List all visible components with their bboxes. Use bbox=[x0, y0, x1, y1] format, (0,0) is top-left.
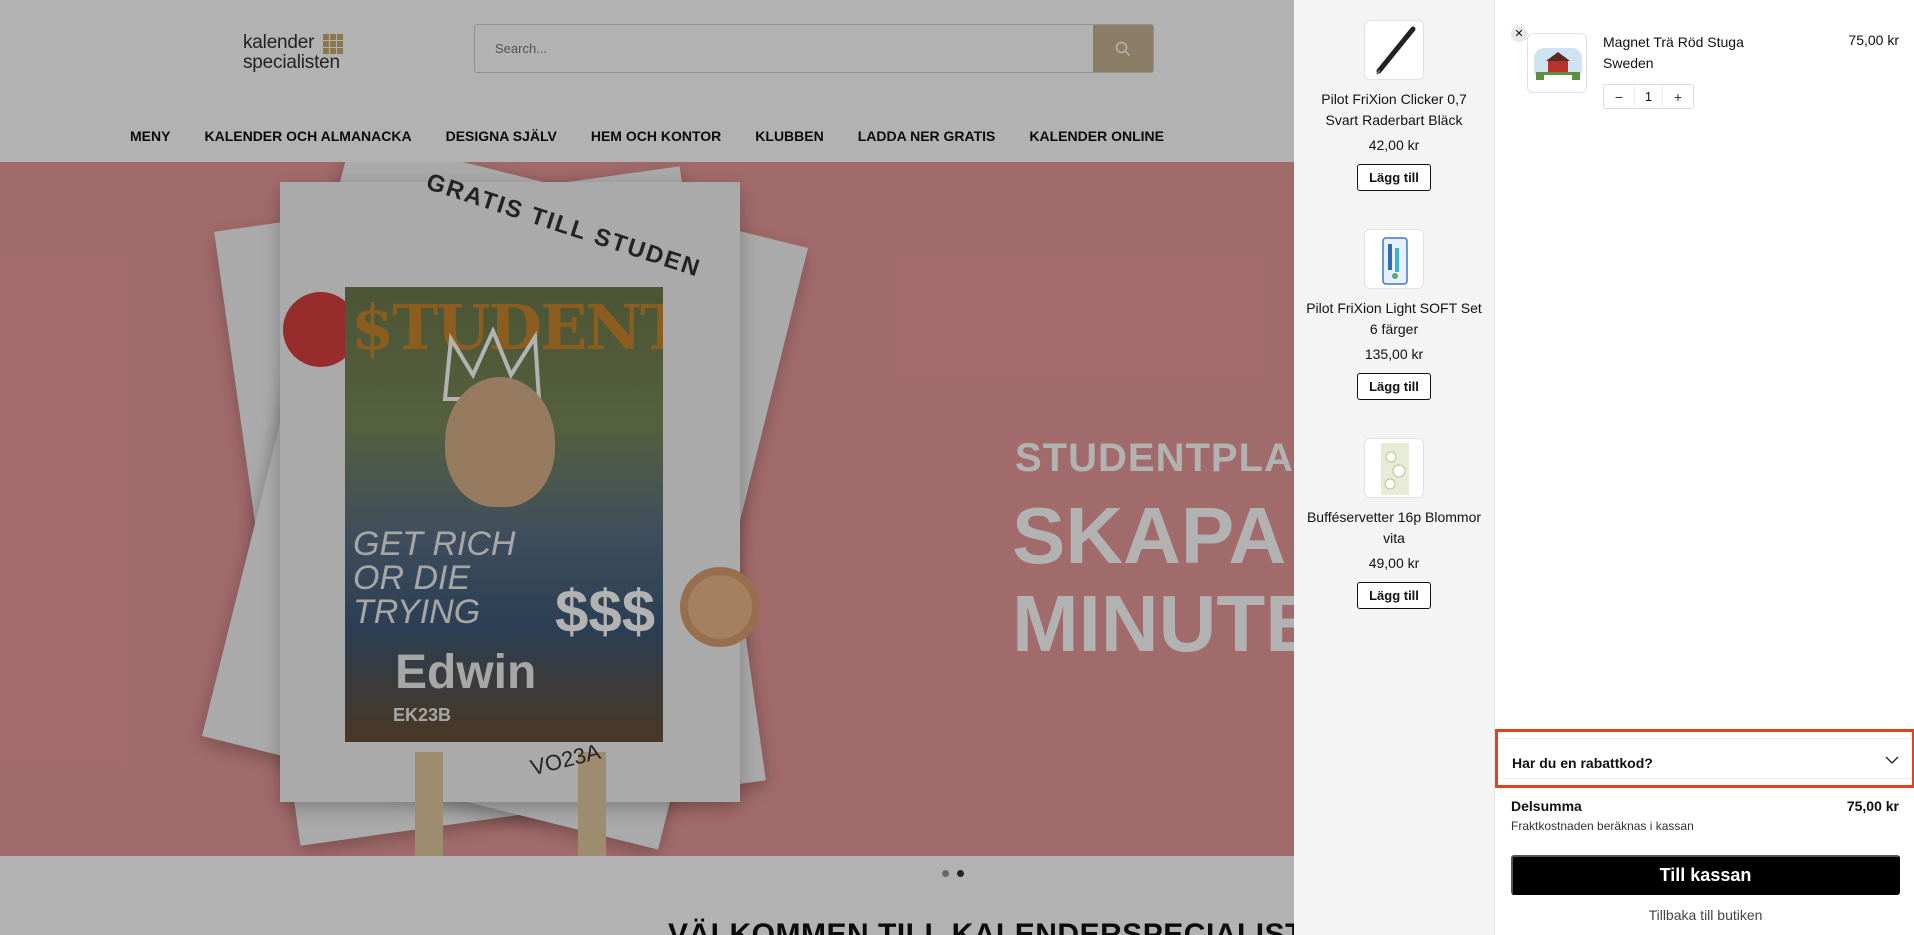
cart-item-name[interactable]: Magnet Trä Röd Stuga Sweden bbox=[1603, 32, 1773, 74]
cart-item-price: 75,00 kr bbox=[1848, 32, 1899, 48]
upsell-sidebar: Pilot FriXion Clicker 0,7 Svart Raderbar… bbox=[1294, 0, 1494, 935]
upsell-item-price: 135,00 kr bbox=[1364, 346, 1424, 362]
add-to-cart-button[interactable]: Lägg till bbox=[1357, 373, 1431, 400]
page-dim-overlay[interactable] bbox=[0, 0, 1294, 935]
upsell-item-price: 49,00 kr bbox=[1368, 555, 1420, 571]
decrease-quantity-button[interactable]: − bbox=[1604, 85, 1634, 108]
upsell-item: Pilot FriXion Clicker 0,7 Svart Raderbar… bbox=[1294, 20, 1494, 191]
remove-item-button[interactable]: ✕ bbox=[1511, 26, 1527, 42]
checkout-button[interactable]: Till kassan bbox=[1511, 855, 1900, 895]
add-to-cart-button[interactable]: Lägg till bbox=[1357, 164, 1431, 191]
close-icon: ✕ bbox=[1514, 27, 1524, 40]
subtotal-value: 75,00 kr bbox=[1846, 798, 1899, 814]
quantity-value[interactable]: 1 bbox=[1634, 85, 1663, 108]
discount-code-toggle[interactable]: Har du en rabattkod? bbox=[1495, 729, 1914, 788]
quantity-stepper: − 1 + bbox=[1603, 84, 1694, 109]
upsell-item-name[interactable]: Pilot FriXion Light SOFT Set 6 färger bbox=[1294, 298, 1494, 340]
subtotal-label: Delsumma bbox=[1511, 798, 1582, 814]
upsell-item: Pilot FriXion Light SOFT Set 6 färger 13… bbox=[1294, 229, 1494, 400]
add-to-cart-button[interactable]: Lägg till bbox=[1357, 582, 1431, 609]
pen-icon[interactable] bbox=[1364, 20, 1424, 80]
chevron-down-icon bbox=[1885, 756, 1899, 764]
upsell-item: Bufféservetter 16p Blommor vita 49,00 kr… bbox=[1294, 438, 1494, 609]
discount-label: Har du en rabattkod? bbox=[1512, 755, 1653, 771]
cart-drawer: ✕ Magnet Trä Röd Stuga Sweden 75,00 kr −… bbox=[1494, 0, 1914, 935]
increase-quantity-button[interactable]: + bbox=[1663, 85, 1693, 108]
upsell-item-price: 42,00 kr bbox=[1368, 137, 1420, 153]
cart-line-item: ✕ Magnet Trä Röd Stuga Sweden 75,00 kr −… bbox=[1511, 26, 1899, 109]
upsell-item-name[interactable]: Bufféservetter 16p Blommor vita bbox=[1294, 507, 1494, 549]
back-to-store-link[interactable]: Tillbaka till butiken bbox=[1511, 907, 1900, 923]
shipping-note: Fraktkostnaden beräknas i kassan bbox=[1511, 819, 1694, 833]
store-page: kalender specialisten MENY KALENDER OCH … bbox=[0, 0, 1294, 935]
napkin-icon[interactable] bbox=[1364, 438, 1424, 498]
upsell-item-name[interactable]: Pilot FriXion Clicker 0,7 Svart Raderbar… bbox=[1294, 89, 1494, 131]
cart-item-image[interactable] bbox=[1527, 33, 1587, 93]
highlighter-set-icon[interactable] bbox=[1364, 229, 1424, 289]
